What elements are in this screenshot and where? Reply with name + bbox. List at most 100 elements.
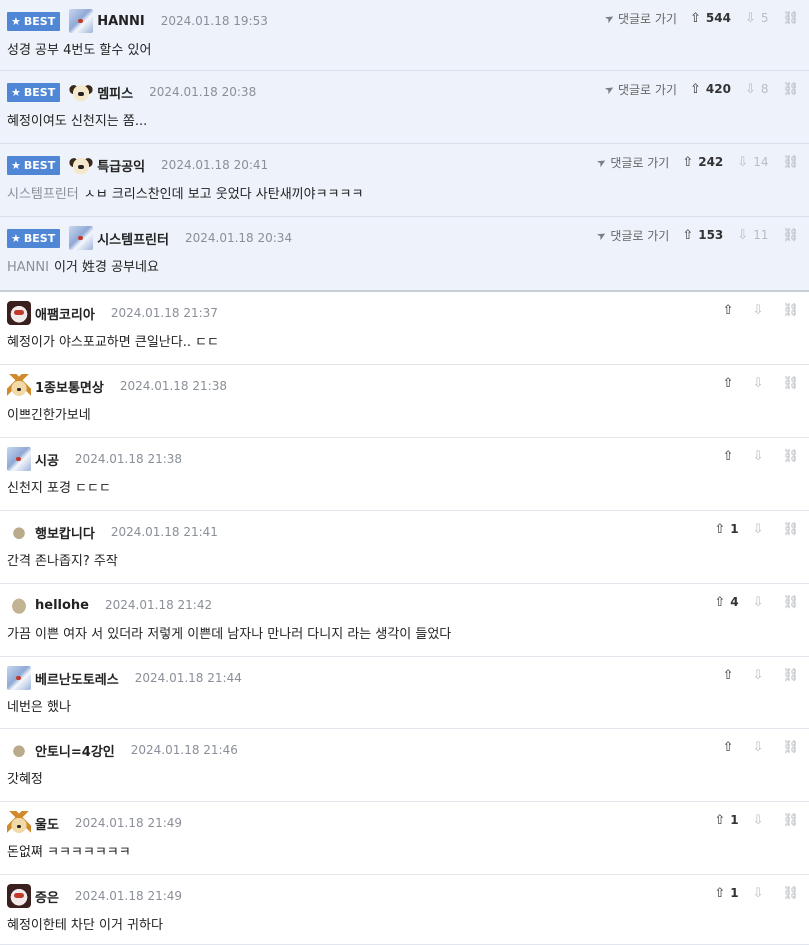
comment-item: 베르난도토레스 2024.01.18 21:44 네번은 했나 ⇧ ⇩ ⛓: [0, 657, 809, 729]
send-arrow-icon: ➤: [594, 154, 609, 170]
comment-text: 네번은 했나: [7, 700, 71, 715]
link-icon[interactable]: ⛓: [782, 228, 799, 243]
comment-actions: ➤ 댓글로 가기 ⇧ 420 ⇩ 8 ⛓: [602, 81, 799, 98]
upvote-button[interactable]: ⇧ 420: [690, 82, 731, 97]
thumbs-up-icon: ⇧: [714, 521, 726, 537]
upvote-button[interactable]: ⇧ 1: [714, 813, 738, 828]
author-nick[interactable]: 멤피스: [97, 83, 133, 102]
comment-date: 2024.01.18 21:49: [74, 889, 183, 903]
link-icon[interactable]: ⛓: [782, 11, 799, 26]
upvote-count: 1: [730, 813, 739, 827]
puppy-icon[interactable]: [69, 153, 94, 177]
thumbs-down-icon: ⇩: [752, 448, 764, 464]
link-icon[interactable]: ⛓: [782, 668, 799, 683]
upvote-button[interactable]: ⇧ 242: [682, 155, 723, 170]
upvote-button[interactable]: ⇧ 4: [714, 595, 738, 610]
fox-icon[interactable]: [7, 811, 31, 835]
comment-item: 시공 2024.01.18 21:38 신천지 포경 ㄷㄷㄷ ⇧ ⇩ ⛓: [0, 438, 809, 511]
author-nick[interactable]: 울도: [35, 814, 59, 833]
thumbs-down-icon: ⇩: [744, 81, 756, 97]
link-icon[interactable]: ⛓: [782, 376, 799, 391]
thumbs-down-icon: ⇩: [752, 594, 764, 610]
comment-item: 행보캅니다 2024.01.18 21:41 간격 존나좁지? 주작 ⇧ 1 ⇩ ⛓: [0, 511, 809, 584]
comment-actions: ⇧ ⇩ ⛓: [723, 448, 799, 464]
fox-icon[interactable]: [7, 374, 31, 398]
comment-actions: ⇧ ⇩ ⛓: [723, 667, 799, 683]
downvote-button[interactable]: ⇩: [753, 376, 769, 391]
downvote-button[interactable]: ⇩: [753, 886, 769, 901]
comment-meta: 울도 2024.01.18 21:49: [7, 811, 182, 835]
link-icon[interactable]: ⛓: [782, 82, 799, 97]
downvote-button[interactable]: ⇩: [753, 522, 769, 537]
bear-icon[interactable]: [7, 301, 31, 325]
author-nick[interactable]: 시공: [35, 450, 59, 469]
best-label: BEST: [23, 14, 56, 28]
comment-body: 혜정이여도 신천지는 쫌...: [7, 110, 147, 129]
reply-mention[interactable]: HANNI: [7, 260, 49, 275]
author-nick[interactable]: hellohe: [35, 598, 89, 613]
upvote-button[interactable]: ⇧: [723, 449, 739, 464]
goto-comment-link[interactable]: ➤ 댓글로 가기: [602, 10, 677, 27]
link-icon[interactable]: ⛓: [782, 740, 799, 755]
upvote-button[interactable]: ⇧ 1: [714, 522, 738, 537]
upvote-count: 153: [698, 228, 724, 242]
send-arrow-icon: ➤: [602, 10, 617, 26]
goto-comment-link[interactable]: ➤ 댓글로 가기: [594, 154, 669, 171]
bear-icon[interactable]: [7, 884, 31, 908]
upvote-button[interactable]: ⇧: [723, 376, 739, 391]
author-nick[interactable]: 1종보통면상: [35, 377, 104, 396]
comment-text: 혜정이한테 차단 이거 귀하다: [7, 918, 163, 933]
upvote-button[interactable]: ⇧ 153: [682, 228, 723, 243]
dot-icon[interactable]: [7, 738, 31, 762]
comment-meta: 1종보통면상 2024.01.18 21:38: [7, 374, 227, 398]
polar-bear-icon[interactable]: [69, 9, 94, 33]
downvote-button[interactable]: ⇩: [753, 813, 769, 828]
goto-comment-link[interactable]: ➤ 댓글로 가기: [594, 227, 670, 244]
author-nick[interactable]: 베르난도토레스: [35, 669, 119, 688]
downvote-button[interactable]: ⇩ 11: [737, 228, 768, 243]
author-nick[interactable]: 증은: [35, 887, 59, 906]
link-icon[interactable]: ⛓: [782, 155, 799, 170]
downvote-button[interactable]: ⇩: [753, 303, 769, 318]
comment-text: 돈없쪄 ㅋㅋㅋㅋㅋㅋㅋ: [7, 845, 131, 860]
polar-bear-icon[interactable]: [69, 226, 94, 250]
upvote-button[interactable]: ⇧: [723, 740, 739, 755]
author-nick[interactable]: 행보캅니다: [35, 523, 95, 542]
upvote-button[interactable]: ⇧: [723, 668, 739, 683]
downvote-button[interactable]: ⇩ 14: [737, 155, 768, 170]
link-icon[interactable]: ⛓: [782, 886, 799, 901]
upvote-button[interactable]: ⇧ 1: [714, 886, 738, 901]
polar-bear-icon[interactable]: [7, 666, 31, 690]
author-nick[interactable]: 안토니=4강인: [35, 741, 115, 760]
downvote-button[interactable]: ⇩ 5: [745, 11, 769, 26]
author-nick[interactable]: HANNI: [97, 14, 145, 29]
reply-mention[interactable]: 시스템프린터: [7, 187, 79, 202]
best-badge: ★ BEST: [7, 155, 61, 175]
upvote-button[interactable]: ⇧: [723, 303, 739, 318]
upvote-button[interactable]: ⇧ 544: [690, 11, 731, 26]
author-nick[interactable]: 시스템프린터: [97, 229, 169, 248]
goto-label: 댓글로 가기: [610, 228, 670, 243]
author-nick[interactable]: 애팸코리아: [35, 304, 95, 323]
link-icon[interactable]: ⛓: [782, 303, 799, 318]
polar-bear-icon[interactable]: [7, 447, 31, 471]
comment-item: 증은 2024.01.18 21:49 혜정이한테 차단 이거 귀하다 ⇧ 1 ⇩ ⛓: [0, 875, 809, 945]
best-comment: ★ BEST 시스템프린터 2024.01.18 20:34 HANNI 이거 姓경 공부…: [0, 217, 809, 292]
link-icon[interactable]: ⛓: [782, 449, 799, 464]
downvote-button[interactable]: ⇩: [753, 595, 769, 610]
link-icon[interactable]: ⛓: [782, 595, 799, 610]
downvote-button[interactable]: ⇩: [753, 740, 769, 755]
author-nick[interactable]: 특급공익: [97, 156, 145, 175]
link-icon[interactable]: ⛓: [782, 813, 799, 828]
downvote-button[interactable]: ⇩: [753, 449, 769, 464]
dot-icon[interactable]: [7, 520, 31, 544]
comment-text: 성경 공부 4번도 할수 있어: [7, 43, 152, 58]
goto-comment-link[interactable]: ➤ 댓글로 가기: [602, 81, 677, 98]
downvote-button[interactable]: ⇩: [753, 668, 769, 683]
comment-meta: ★ BEST 특급공익 2024.01.18 20:41: [7, 153, 268, 177]
link-icon[interactable]: ⛓: [782, 522, 799, 537]
puppy-icon[interactable]: [69, 80, 94, 104]
downvote-button[interactable]: ⇩ 8: [745, 82, 769, 97]
potato-icon[interactable]: [7, 593, 31, 617]
comment-meta: 증은 2024.01.18 21:49: [7, 884, 183, 908]
